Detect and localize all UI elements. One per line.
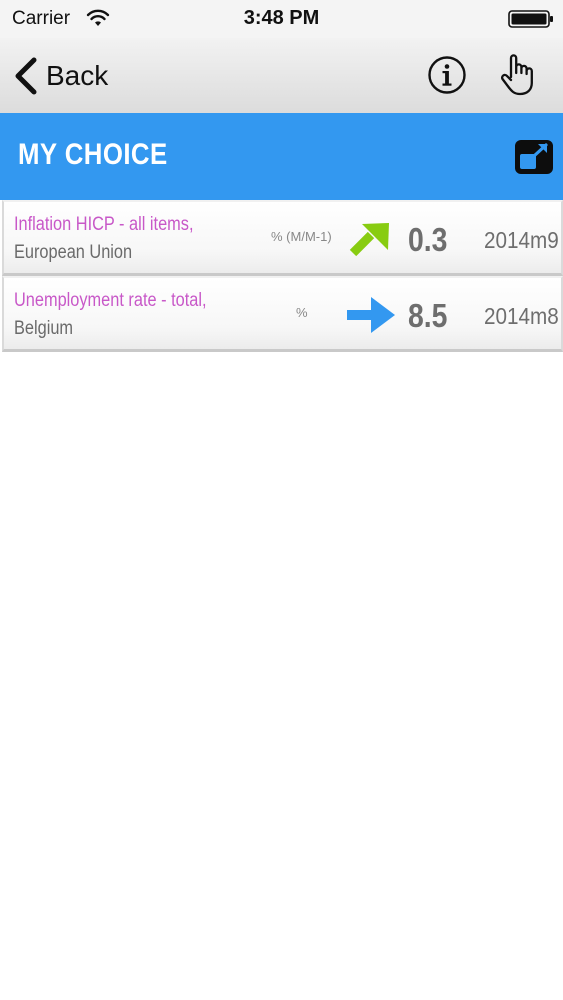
indicator-row-inflation[interactable]: Inflation HICP - all items, European Uni…: [2, 200, 563, 276]
back-button[interactable]: Back: [10, 54, 108, 98]
indicator-unit: %: [296, 305, 308, 320]
status-time: 3:48 PM: [243, 7, 320, 29]
indicator-name: Unemployment rate - total,: [14, 290, 207, 311]
indicator-period: 2014m9: [484, 227, 559, 253]
expand-icon[interactable]: [514, 139, 554, 175]
section-header: MY CHOICE: [0, 113, 563, 200]
battery-icon: [508, 10, 553, 28]
chevron-left-icon: [15, 57, 37, 95]
info-icon[interactable]: [427, 55, 467, 95]
indicator-unit: % (M/M-1): [271, 229, 332, 244]
navigation-bar: Back: [0, 38, 563, 113]
trend-right-arrow-icon: [347, 297, 395, 333]
indicator-list: Inflation HICP - all items, European Uni…: [0, 200, 563, 352]
back-label: Back: [46, 60, 109, 91]
indicator-value: 8.5: [408, 297, 448, 334]
trend-up-arrow-icon: [349, 223, 389, 257]
indicator-period: 2014m8: [484, 303, 559, 329]
section-title: MY CHOICE: [18, 138, 168, 171]
status-bar: Carrier 3:48 PM: [0, 0, 563, 38]
indicator-name: Inflation HICP - all items,: [14, 214, 194, 235]
hand-pointer-icon[interactable]: [498, 53, 538, 97]
indicator-row-unemployment[interactable]: Unemployment rate - total, Belgium % 8.5…: [2, 276, 563, 352]
indicator-geo: European Union: [14, 242, 133, 263]
indicator-geo: Belgium: [14, 318, 74, 339]
indicator-value: 0.3: [408, 221, 448, 258]
